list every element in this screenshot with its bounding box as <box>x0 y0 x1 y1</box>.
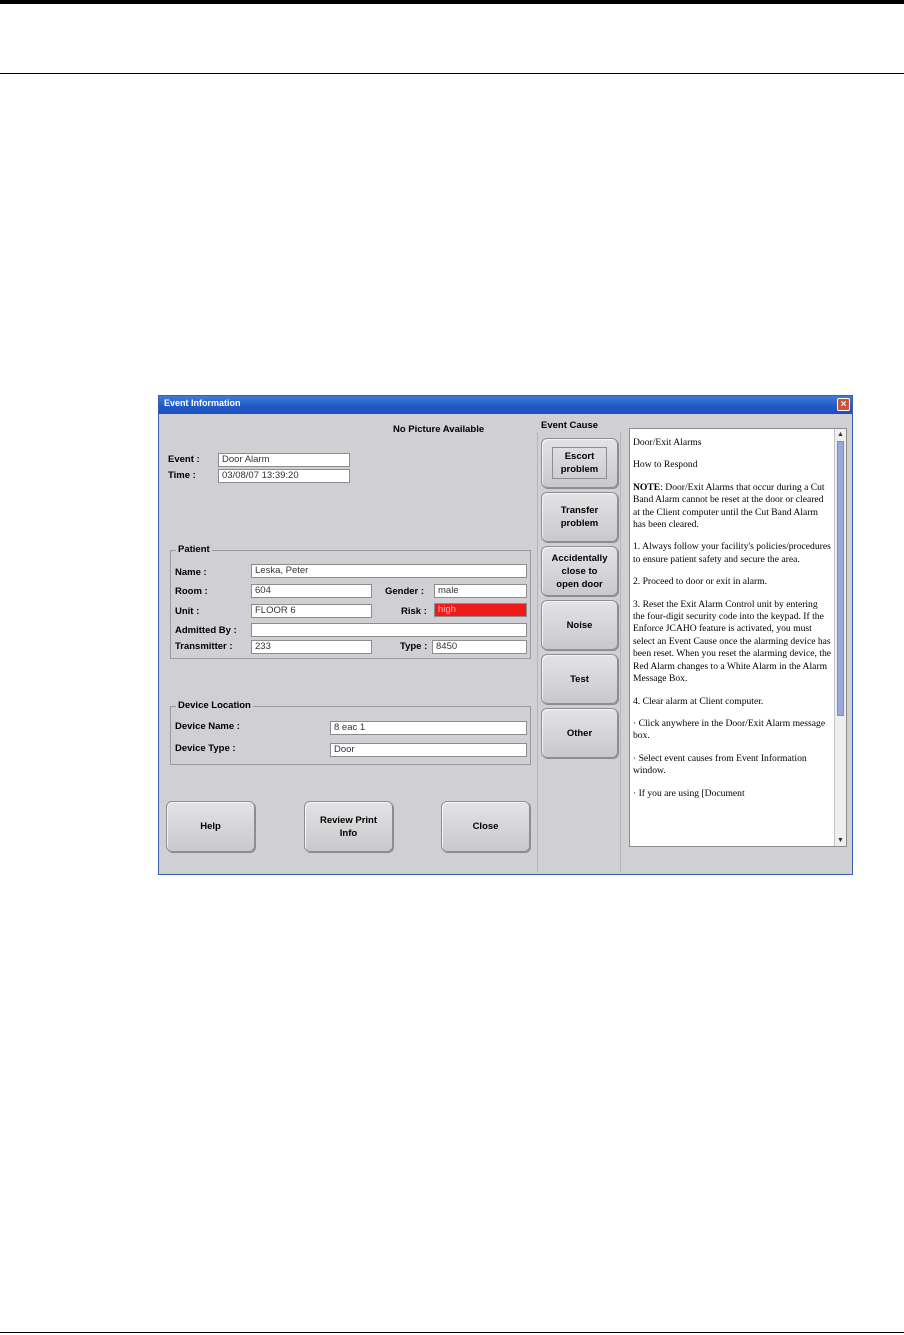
picture-status: No Picture Available <box>393 424 485 435</box>
scroll-down-icon[interactable]: ▼ <box>835 835 846 846</box>
transmitter-field: 233 <box>251 640 372 654</box>
event-field: Door Alarm <box>218 453 350 467</box>
cause-transfer-problem-button[interactable]: Transfer problem <box>541 492 618 542</box>
page-footer-rule <box>0 1332 904 1333</box>
help-step-4: 4. Clear alarm at Client computer. <box>633 695 764 707</box>
help-bullet-1: · Click anywhere in the Door/Exit Alarm … <box>633 717 826 742</box>
transmitter-label: Transmitter : <box>175 641 233 652</box>
event-label: Event : <box>168 454 200 465</box>
risk-label: Risk : <box>401 606 427 617</box>
cause-escort-problem-button[interactable]: Escort problem <box>541 438 618 488</box>
device-name-field: 8 eac 1 <box>330 721 527 735</box>
help-step-3: 3. Reset the Exit Alarm Control unit by … <box>633 598 832 685</box>
event-information-window: Event Information × No Picture Available… <box>158 395 853 875</box>
time-label: Time : <box>168 470 196 481</box>
name-label: Name : <box>175 567 207 578</box>
help-bullet-2: · Select event causes from Event Informa… <box>633 752 807 777</box>
help-note-label: NOTE <box>633 481 661 493</box>
type-field: 8450 <box>432 640 527 654</box>
help-heading: Door/Exit Alarms <box>633 437 702 448</box>
help-text-content: Door/Exit Alarms How to Respond NOTE: Do… <box>633 437 831 810</box>
help-subheading: How to Respond <box>633 459 698 471</box>
admitted-by-label: Admitted By : <box>175 625 237 636</box>
room-field: 604 <box>251 584 372 598</box>
device-type-field: Door <box>330 743 527 757</box>
help-button[interactable]: Help <box>166 801 255 852</box>
admitted-by-field <box>251 623 527 637</box>
room-label: Room : <box>175 586 208 597</box>
risk-field: high <box>434 603 527 617</box>
window-title: Event Information <box>164 398 241 408</box>
event-cause-title: Event Cause <box>541 420 599 431</box>
cause-noise-button[interactable]: Noise <box>541 600 618 650</box>
device-name-label: Device Name : <box>175 721 240 732</box>
cause-other-button[interactable]: Other <box>541 708 618 758</box>
help-note: NOTE: Door/Exit Alarms that occur during… <box>633 482 831 532</box>
help-bullet-3: · If you are using [Document <box>633 787 745 799</box>
close-button[interactable]: Close <box>441 801 530 852</box>
help-step-2: 2. Proceed to door or exit in alarm. <box>633 576 768 588</box>
patient-group-title: Patient <box>176 544 212 555</box>
gender-label: Gender : <box>385 586 425 597</box>
patient-name-field: Leska, Peter <box>251 564 527 578</box>
event-cause-panel: Escort problem Transfer problem Accident… <box>537 432 621 872</box>
page-top-rule <box>0 0 904 4</box>
title-bar[interactable]: Event Information × <box>159 396 852 414</box>
cause-test-button[interactable]: Test <box>541 654 618 704</box>
unit-field: FLOOR 6 <box>251 604 372 618</box>
page-header-rule <box>0 73 904 74</box>
help-scrollbar[interactable]: ▲ ▼ <box>834 429 846 846</box>
gender-field: male <box>434 584 527 598</box>
help-note-text: : Door/Exit Alarms that occur during a C… <box>633 481 825 531</box>
cause-escort-problem-label: Escort problem <box>551 447 608 479</box>
scroll-thumb[interactable] <box>837 441 844 716</box>
help-text-box[interactable]: Door/Exit Alarms How to Respond NOTE: Do… <box>629 428 847 847</box>
cause-accidentally-close-button[interactable]: Accidentally close to open door <box>541 546 618 596</box>
unit-label: Unit : <box>175 606 200 617</box>
close-window-icon[interactable]: × <box>837 398 850 411</box>
device-group-title: Device Location <box>176 700 253 711</box>
scroll-up-icon[interactable]: ▲ <box>835 429 846 440</box>
type-label: Type : <box>400 641 428 652</box>
help-step-1: 1. Always follow your facility's policie… <box>633 541 831 565</box>
review-print-info-button[interactable]: Review Print Info <box>304 801 393 852</box>
device-type-label: Device Type : <box>175 743 236 754</box>
time-field: 03/08/07 13:39:20 <box>218 469 350 483</box>
